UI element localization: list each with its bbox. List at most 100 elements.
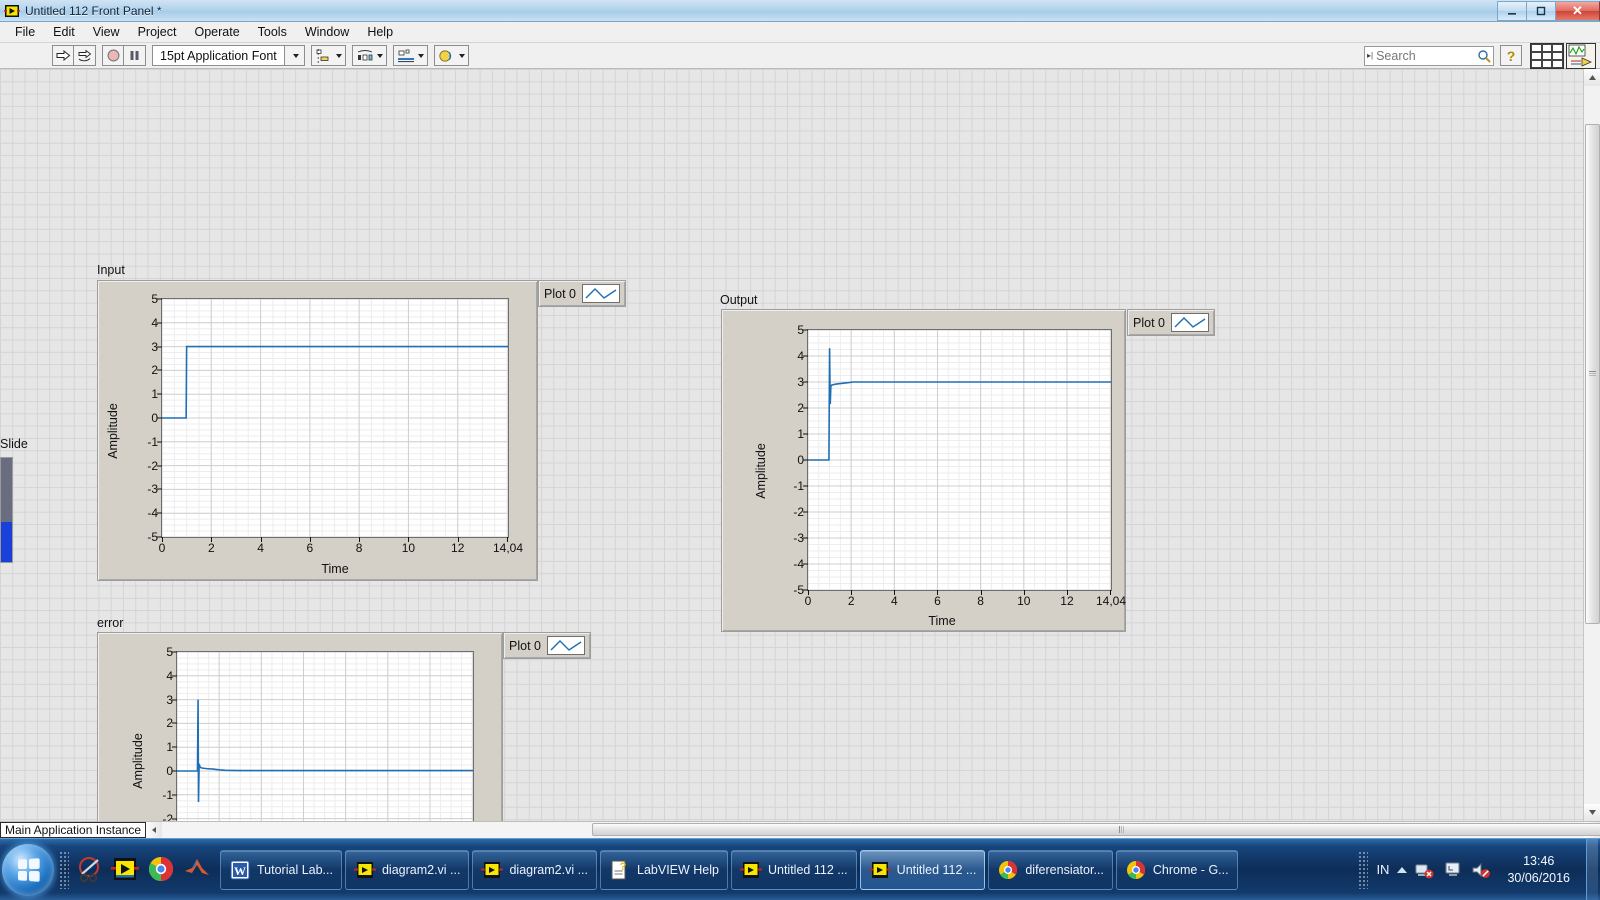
font-selector[interactable]: 15pt Application Font — [152, 45, 305, 66]
labview-vi-icon — [481, 859, 504, 881]
menu-item-view[interactable]: View — [84, 23, 129, 41]
block-diagram-icon[interactable] — [1566, 42, 1596, 69]
x-tick-label: 6 — [934, 594, 941, 608]
canvas-horizontal-scrollbar[interactable] — [146, 822, 1600, 838]
graph-input[interactable]: Amplitude 5 4 3 2 1 0 -1 -2 -3 -4 -5 0 2 4 6 8 10 12 14,04… — [97, 280, 538, 581]
graph-error-legend-name: Plot 0 — [509, 638, 541, 653]
windows-logo-icon — [18, 857, 40, 882]
search-input[interactable]: ▸| Search — [1364, 45, 1494, 66]
system-clock[interactable]: 13:46 30/06/2016 — [1499, 853, 1578, 887]
network-error-icon[interactable] — [1415, 860, 1435, 880]
run-continuously-button[interactable] — [74, 46, 95, 65]
menu-item-help[interactable]: Help — [358, 23, 402, 41]
y-tick-mark — [157, 298, 162, 300]
graph-output[interactable]: Amplitude 5 4 3 2 1 0 -1 -2 -3 -4 -5 0 2 4 6 8 10 12 14,04… — [721, 309, 1126, 632]
menu-item-edit[interactable]: Edit — [44, 23, 84, 41]
y-tick-mark — [172, 794, 177, 796]
graph-error[interactable]: Amplitude 543210-1-2-3-4-502468101214,04… — [97, 632, 503, 821]
y-tick-mark — [803, 511, 808, 513]
graph-input-plot-area[interactable]: 5 4 3 2 1 0 -1 -2 -3 -4 -5 0 2 4 6 8 10 12 14,04 — [147, 292, 523, 555]
window-titlebar[interactable]: Untitled 112 Front Panel * ✕ — [0, 0, 1600, 22]
task-button-diagram2-1[interactable]: diagram2.vi ... — [344, 849, 470, 890]
graph-input-legend-name: Plot 0 — [544, 286, 576, 301]
y-tick-mark — [172, 699, 177, 701]
scroll-up-arrow-icon[interactable] — [1584, 69, 1600, 86]
x-tick-mark — [808, 590, 809, 595]
task-button-diferensiator[interactable]: diferensiator... — [988, 849, 1113, 890]
canvas-vertical-scrollbar[interactable] — [1583, 69, 1600, 821]
task-button-untitled-112-1[interactable]: Untitled 112 ... — [730, 849, 857, 890]
menu-item-tools[interactable]: Tools — [249, 23, 296, 41]
graph-input-legend[interactable]: Plot 0 — [538, 280, 626, 307]
x-tick-mark — [260, 537, 262, 542]
snipping-tool-icon[interactable] — [74, 854, 106, 886]
x-tick-label: 12 — [1060, 594, 1074, 608]
volume-muted-icon[interactable] — [1471, 860, 1491, 880]
font-selector-chevron-down-icon[interactable] — [283, 46, 304, 65]
clock-date: 30/06/2016 — [1507, 870, 1570, 885]
help-icon: ? — [609, 859, 631, 881]
vertical-scroll-thumb[interactable] — [1585, 124, 1600, 624]
maximize-button[interactable] — [1526, 0, 1555, 21]
close-button[interactable]: ✕ — [1555, 0, 1600, 21]
show-hidden-icons-chevron-up-icon[interactable] — [1397, 866, 1408, 873]
graph-input-y-title: Amplitude — [106, 402, 120, 459]
graph-error-plot-area[interactable]: 543210-1-2-3-4-502468101214,04 — [162, 645, 474, 821]
y-tick-mark — [157, 512, 162, 514]
run-button[interactable] — [53, 46, 74, 65]
labview-icon[interactable] — [110, 854, 142, 886]
action-center-icon[interactable] — [1443, 860, 1463, 880]
front-panel-canvas[interactable]: Slide Input Amplitude 5 4 3 2 1 0 -1 -2 -3 -4 -5 0 2… — [0, 69, 1600, 821]
search-scope-icon[interactable]: ▸| — [1367, 51, 1373, 60]
task-button-chrome[interactable]: Chrome - G... — [1115, 849, 1238, 890]
resize-objects-dropdown[interactable] — [392, 45, 428, 66]
align-objects-dropdown[interactable] — [310, 45, 346, 66]
start-button[interactable] — [2, 843, 54, 896]
pause-button[interactable] — [124, 46, 145, 65]
scroll-left-arrow-icon[interactable] — [146, 822, 163, 838]
language-indicator[interactable]: IN — [1376, 862, 1389, 877]
graph-output-legend[interactable]: Plot 0 — [1127, 309, 1215, 336]
scroll-down-arrow-icon[interactable] — [1584, 804, 1600, 821]
x-tick-mark — [894, 590, 896, 595]
menu-item-file[interactable]: File — [6, 23, 44, 41]
task-button-tutorial-lab[interactable]: W Tutorial Lab... — [220, 849, 342, 890]
y-tick-mark — [157, 488, 162, 490]
menu-item-window[interactable]: Window — [296, 23, 358, 41]
graph-output-plot-area[interactable]: 5 4 3 2 1 0 -1 -2 -3 -4 -5 0 2 4 6 8 10 12 14,04 — [793, 323, 1126, 608]
show-desktop-button[interactable] — [1586, 838, 1598, 900]
x-tick-label: 14,04 — [1095, 594, 1127, 608]
y-tick-mark — [803, 485, 808, 487]
task-button-untitled-112-2[interactable]: Untitled 112 ... — [859, 849, 986, 890]
graph-input-legend-swatch[interactable] — [581, 284, 620, 303]
labview-vi-icon — [4, 3, 20, 19]
context-help-button[interactable]: ? — [1500, 45, 1522, 66]
task-button-label: diagram2.vi ... — [509, 862, 588, 877]
slide-track-upper — [1, 458, 12, 524]
task-button-diagram2-2[interactable]: diagram2.vi ... — [472, 849, 597, 890]
graph-output-legend-swatch[interactable] — [1170, 313, 1209, 332]
abort-execution-button[interactable] — [103, 46, 124, 65]
y-tick-mark — [172, 818, 177, 820]
horizontal-scroll-thumb[interactable] — [592, 823, 1600, 836]
y-tick-mark — [172, 675, 177, 677]
distribute-objects-dropdown[interactable] — [351, 45, 387, 66]
search-icon[interactable] — [1475, 49, 1493, 63]
chrome-icon[interactable] — [146, 854, 178, 886]
menu-item-operate[interactable]: Operate — [185, 23, 248, 41]
application-instance-label[interactable]: Main Application Instance — [0, 822, 147, 838]
graph-error-legend-swatch[interactable] — [546, 636, 585, 655]
tray-grip[interactable] — [1358, 850, 1369, 889]
slide-control[interactable] — [0, 457, 13, 563]
reorder-dropdown[interactable] — [433, 45, 469, 66]
graph-error-legend[interactable]: Plot 0 — [503, 632, 591, 659]
menu-item-project[interactable]: Project — [129, 23, 186, 41]
horizontal-scroll-track[interactable] — [162, 822, 1600, 838]
task-button-labview-help[interactable]: ? LabVIEW Help — [600, 849, 728, 890]
minimize-button[interactable] — [1497, 0, 1526, 21]
matlab-icon[interactable] — [182, 854, 214, 886]
window-layout-grid-icon[interactable] — [1530, 42, 1564, 69]
slide-fill — [1, 522, 12, 562]
taskbar-grip[interactable] — [59, 850, 69, 889]
graph-input-x-title: Time — [321, 562, 349, 576]
